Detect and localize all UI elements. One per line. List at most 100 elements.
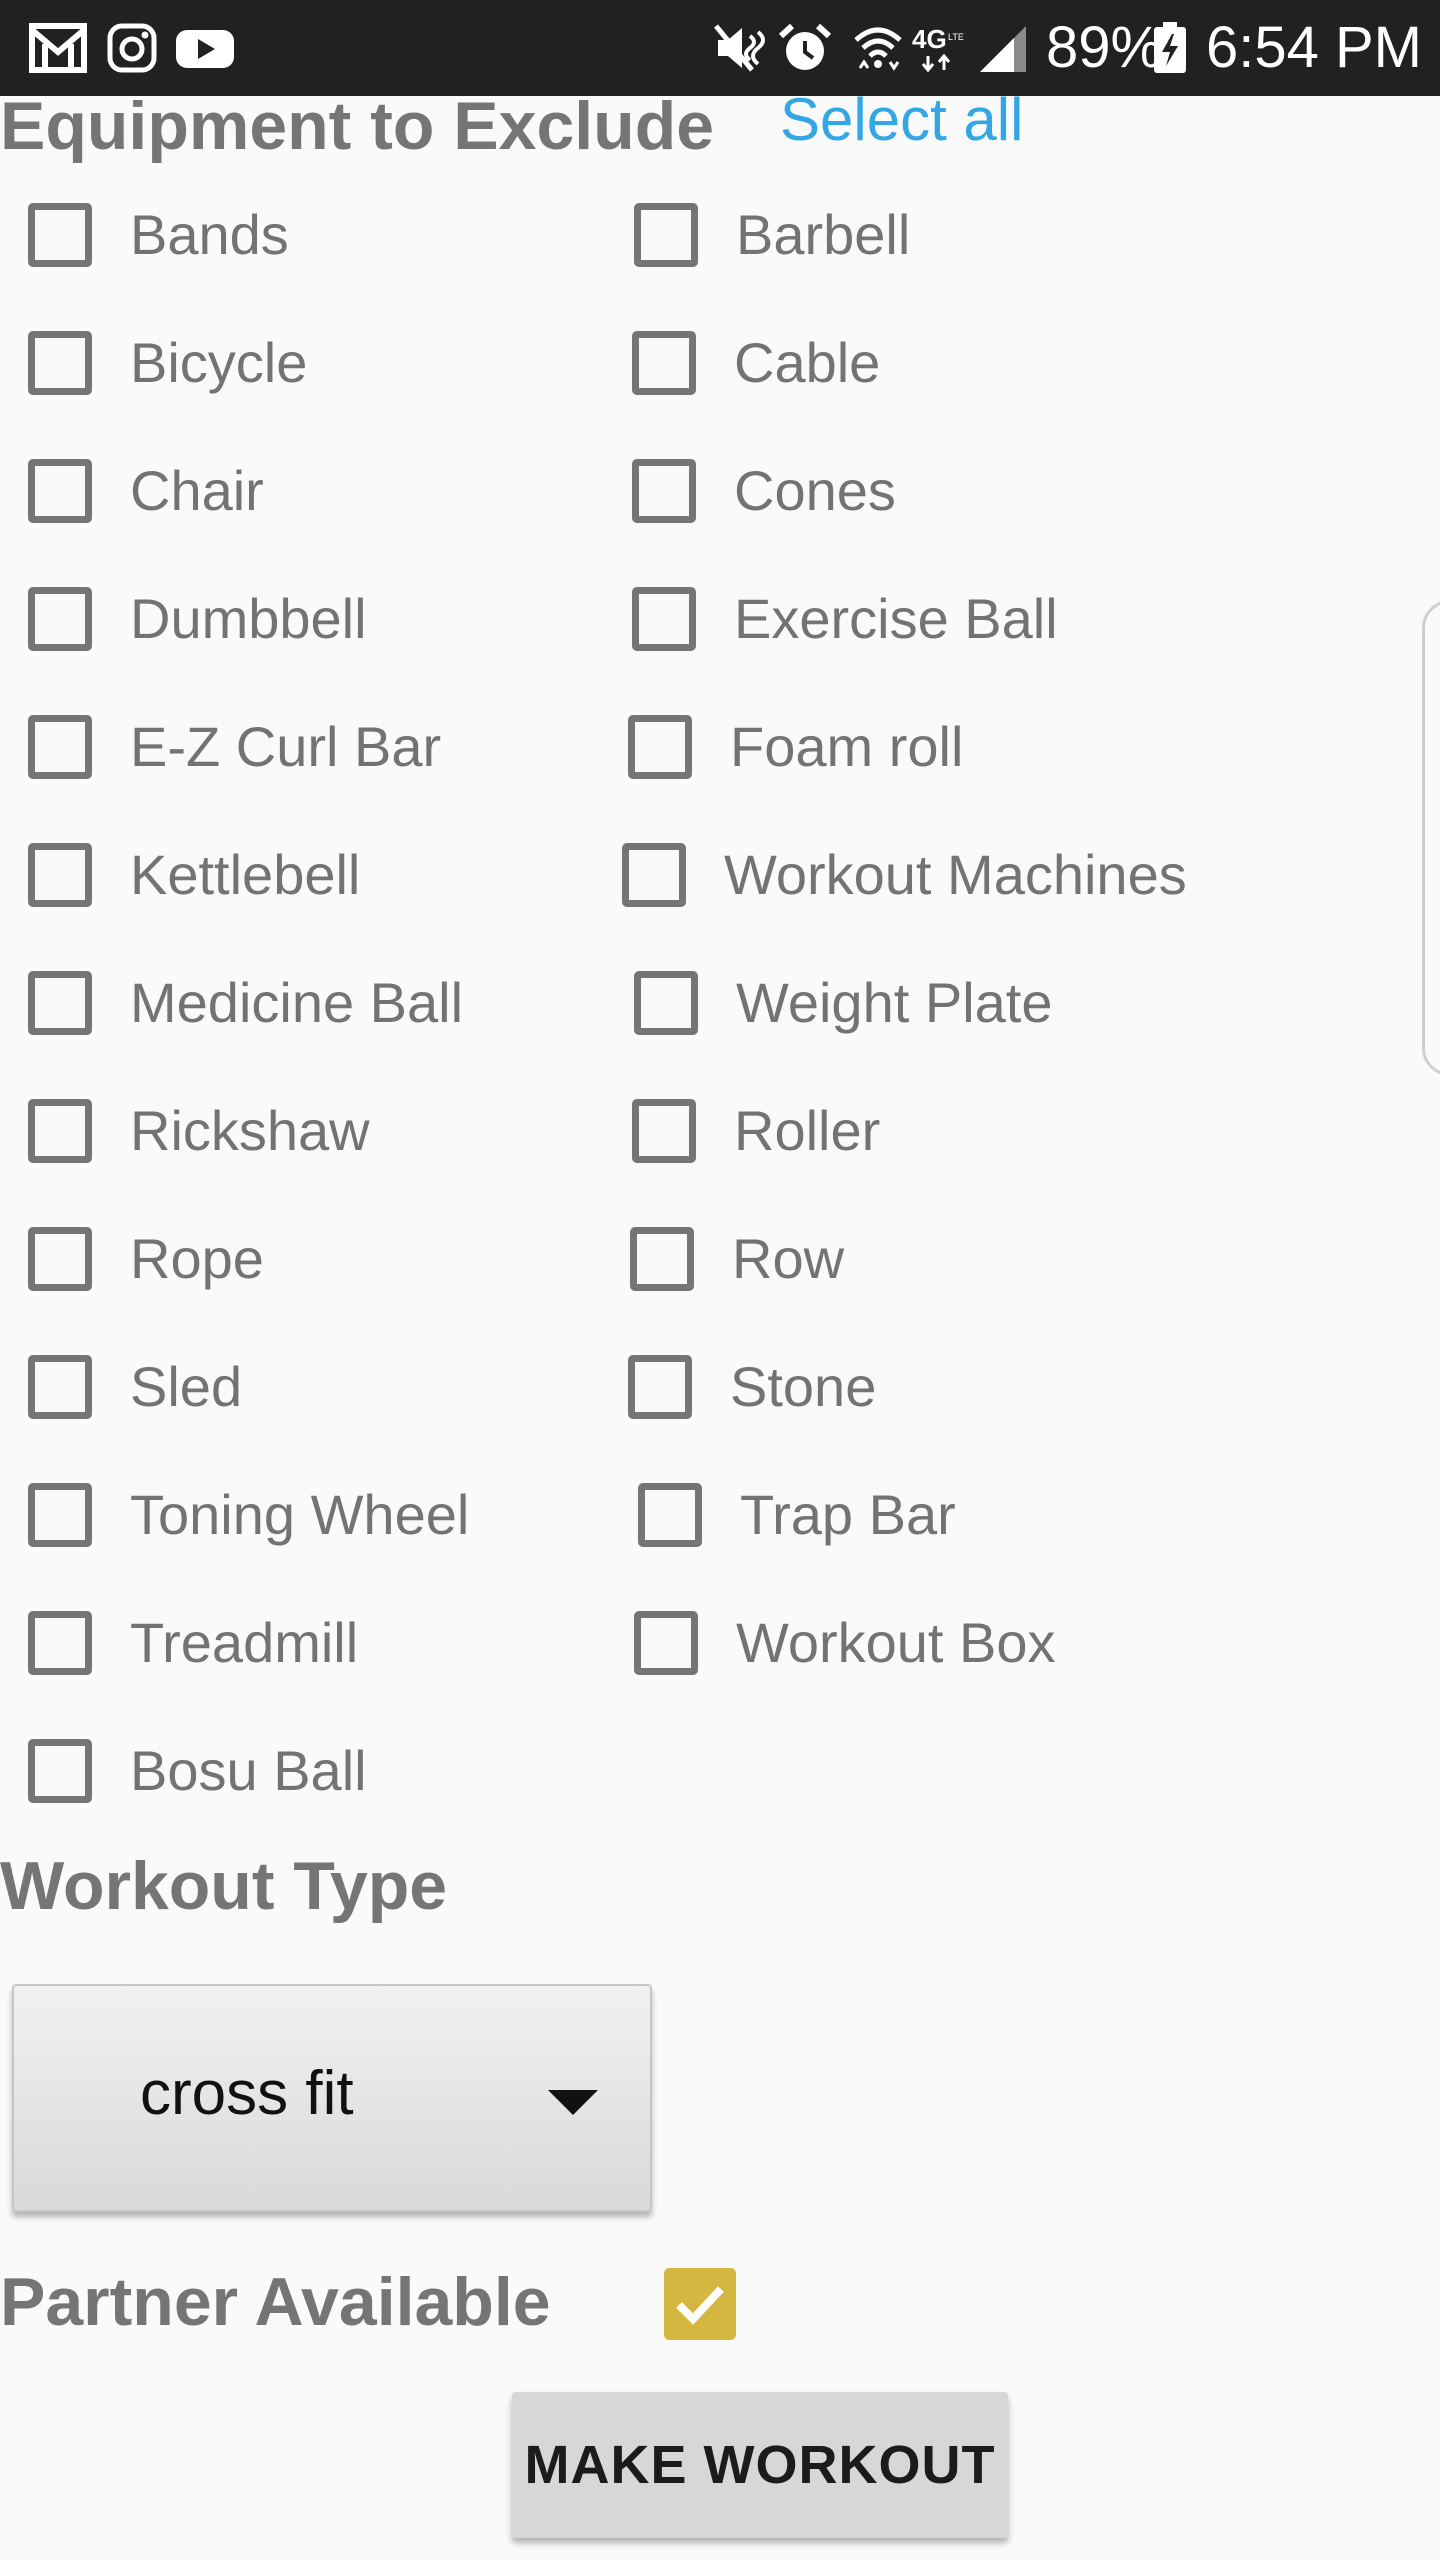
equipment-checkbox-kettlebell[interactable]: Kettlebell — [28, 830, 360, 920]
equipment-checkbox-roller[interactable]: Roller — [632, 1086, 880, 1176]
checkbox-icon[interactable] — [28, 1227, 92, 1291]
equipment-checkbox-bicycle[interactable]: Bicycle — [28, 318, 307, 408]
checkbox-icon[interactable] — [28, 203, 92, 267]
checkbox-icon[interactable] — [632, 459, 696, 523]
equipment-label: Stone — [730, 1355, 877, 1418]
equipment-label: Weight Plate — [736, 971, 1053, 1034]
equipment-checkbox-workout-box[interactable]: Workout Box — [634, 1598, 1056, 1688]
equipment-checkbox-trap-bar[interactable]: Trap Bar — [638, 1470, 956, 1560]
equipment-checkbox-cones[interactable]: Cones — [632, 446, 896, 536]
battery-percent: 89% — [1046, 15, 1163, 80]
checkbox-icon[interactable] — [28, 1611, 92, 1675]
equipment-checkbox-rope[interactable]: Rope — [28, 1214, 264, 1304]
equipment-checkbox-bands[interactable]: Bands — [28, 190, 289, 280]
equipment-label: Row — [732, 1227, 845, 1290]
checkbox-icon[interactable] — [28, 971, 92, 1035]
equipment-label: E-Z Curl Bar — [130, 715, 442, 778]
equipment-label: Exercise Ball — [734, 587, 1058, 650]
checkbox-icon[interactable] — [28, 715, 92, 779]
equipment-checkbox-treadmill[interactable]: Treadmill — [28, 1598, 358, 1688]
equipment-checkbox-sled[interactable]: Sled — [28, 1342, 242, 1432]
equipment-label: Workout Machines — [724, 843, 1187, 906]
equipment-checkbox-dumbbell[interactable]: Dumbbell — [28, 574, 367, 664]
equipment-checkbox-cable[interactable]: Cable — [632, 318, 880, 408]
checkbox-icon[interactable] — [634, 1611, 698, 1675]
equipment-label: Rope — [130, 1227, 264, 1290]
instagram-icon — [107, 23, 157, 73]
clock: 6:54 PM — [1206, 15, 1422, 80]
checkbox-icon[interactable] — [628, 715, 692, 779]
equipment-checkbox-row[interactable]: Row — [630, 1214, 844, 1304]
equipment-checkbox-bosu-ball[interactable]: Bosu Ball — [28, 1726, 367, 1816]
equipment-label: Bands — [130, 203, 289, 266]
status-bar: 4G LTE 89% 6:54 PM — [0, 0, 1440, 96]
checkbox-icon[interactable] — [630, 1227, 694, 1291]
checkbox-icon[interactable] — [638, 1483, 702, 1547]
equipment-checkbox-medicine-ball[interactable]: Medicine Ball — [28, 958, 463, 1048]
equipment-label: Barbell — [736, 203, 911, 266]
checkbox-icon[interactable] — [628, 1355, 692, 1419]
checkbox-icon[interactable] — [28, 1099, 92, 1163]
equipment-checkbox-stone[interactable]: Stone — [628, 1342, 876, 1432]
equipment-label: Treadmill — [130, 1611, 359, 1674]
mute-icon — [714, 24, 765, 72]
checkbox-icon[interactable] — [28, 587, 92, 651]
equipment-label: Dumbbell — [130, 587, 367, 650]
equipment-label: Chair — [130, 459, 264, 522]
equipment-checkbox-weight-plate[interactable]: Weight Plate — [634, 958, 1052, 1048]
equipment-checkbox-foam-roll[interactable]: Foam roll — [628, 702, 963, 792]
equipment-checkbox-chair[interactable]: Chair — [28, 446, 264, 536]
equipment-checkbox-ez-curl-bar[interactable]: E-Z Curl Bar — [28, 702, 441, 792]
checkbox-icon[interactable] — [622, 843, 686, 907]
checkbox-icon[interactable] — [632, 587, 696, 651]
checkbox-icon[interactable] — [28, 331, 92, 395]
checkbox-icon[interactable] — [28, 1483, 92, 1547]
gmail-icon — [29, 23, 87, 73]
workout-type-selected: cross fit — [140, 2059, 354, 2128]
checkbox-icon[interactable] — [28, 843, 92, 907]
dropdown-arrow-icon — [548, 2090, 598, 2115]
equipment-label: Sled — [130, 1355, 243, 1418]
equipment-label: Bosu Ball — [130, 1739, 367, 1802]
equipment-checkbox-exercise-ball[interactable]: Exercise Ball — [632, 574, 1058, 664]
4g-lte-icon: 4G LTE — [912, 24, 964, 73]
svg-text:LTE: LTE — [948, 32, 964, 42]
equipment-label: Kettlebell — [130, 843, 361, 906]
checkbox-icon[interactable] — [28, 1739, 92, 1803]
checkbox-icon[interactable] — [632, 1099, 696, 1163]
scroll-edge-indicator — [1422, 600, 1440, 1076]
signal-icon — [980, 26, 1026, 72]
equipment-label: Rickshaw — [130, 1099, 370, 1162]
equipment-label: Bicycle — [130, 331, 308, 394]
checkbox-icon[interactable] — [28, 1355, 92, 1419]
equipment-label: Trap Bar — [740, 1483, 956, 1546]
battery-charging-icon — [1154, 22, 1186, 73]
equipment-heading: Equipment to Exclude — [0, 88, 715, 164]
workout-type-heading: Workout Type — [0, 1848, 448, 1924]
equipment-label: Roller — [734, 1099, 881, 1162]
equipment-checkbox-toning-wheel[interactable]: Toning Wheel — [28, 1470, 469, 1560]
partner-available-checkbox[interactable] — [664, 2268, 736, 2340]
equipment-label: Workout Box — [736, 1611, 1056, 1674]
svg-text:4G: 4G — [912, 24, 947, 54]
partner-available-heading: Partner Available — [0, 2264, 551, 2340]
youtube-icon — [176, 30, 234, 68]
equipment-checkbox-rickshaw[interactable]: Rickshaw — [28, 1086, 370, 1176]
equipment-label: Medicine Ball — [130, 971, 464, 1034]
alarm-icon — [778, 23, 832, 70]
checkmark-icon — [676, 2286, 724, 2325]
checkbox-icon[interactable] — [28, 459, 92, 523]
workout-type-dropdown[interactable]: cross fit — [12, 1984, 652, 2212]
checkbox-icon[interactable] — [632, 331, 696, 395]
equipment-label: Toning Wheel — [130, 1483, 470, 1546]
select-all-link[interactable]: Select all — [780, 80, 1023, 160]
wifi-icon — [854, 27, 902, 71]
equipment-checkbox-barbell[interactable]: Barbell — [634, 190, 910, 280]
make-workout-button[interactable]: MAKE WORKOUT — [512, 2392, 1008, 2538]
equipment-label: Cones — [734, 459, 896, 522]
checkbox-icon[interactable] — [634, 971, 698, 1035]
equipment-checkbox-workout-machines[interactable]: Workout Machines — [622, 830, 1187, 920]
equipment-label: Foam roll — [730, 715, 964, 778]
checkbox-icon[interactable] — [634, 203, 698, 267]
equipment-label: Cable — [734, 331, 881, 394]
